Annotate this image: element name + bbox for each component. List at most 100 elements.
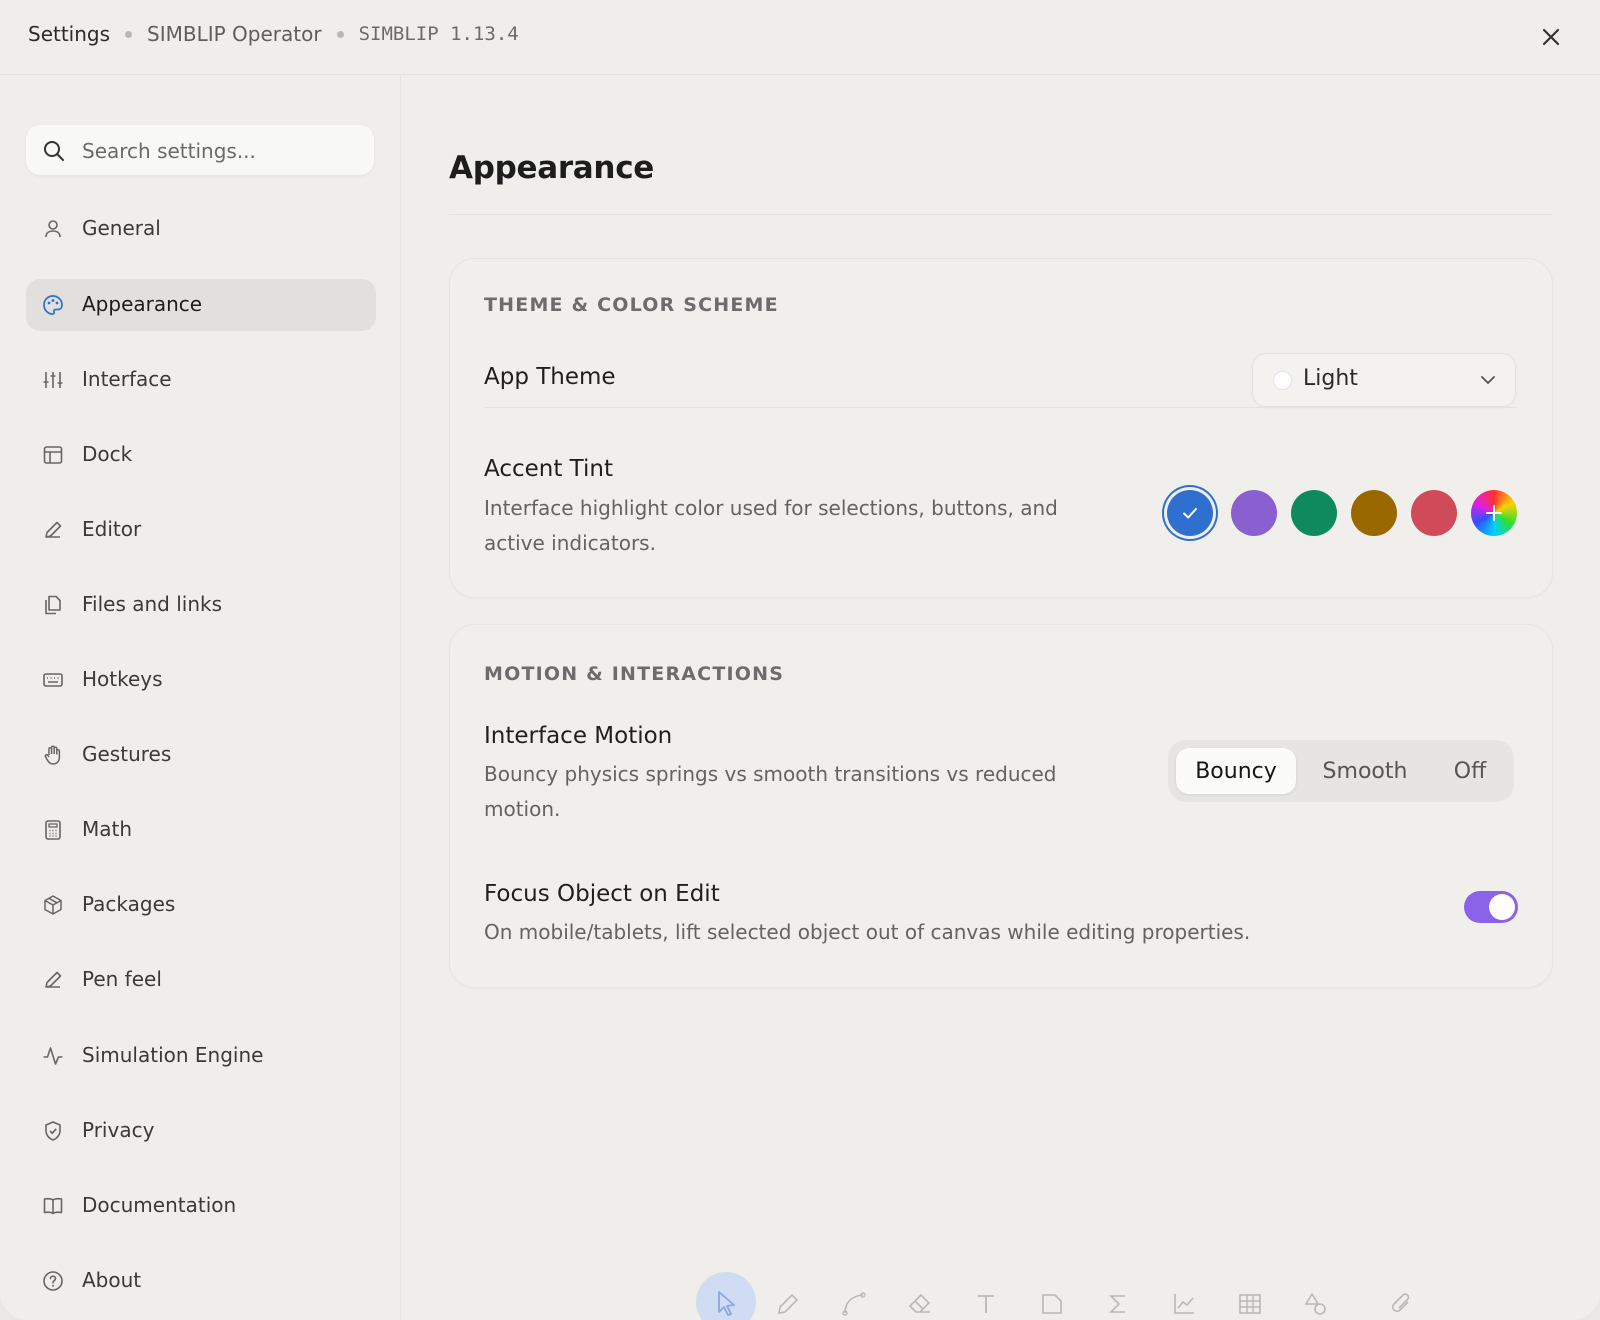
accent-swatch-amber[interactable]: [1351, 490, 1397, 536]
theme-swatch: [1273, 371, 1292, 390]
eraser-tool-icon[interactable]: [906, 1290, 934, 1318]
sidebar-item-math[interactable]: Math: [26, 804, 376, 856]
sigma-tool-icon[interactable]: [1104, 1290, 1132, 1318]
sidebar-item-label: Math: [82, 817, 133, 841]
search-box[interactable]: [26, 125, 374, 175]
app-theme-label: App Theme: [484, 364, 616, 390]
book-icon: [43, 1197, 63, 1215]
tool-select-active[interactable]: [696, 1272, 756, 1320]
sidebar-item-label: General: [82, 216, 161, 240]
sidebar-item-gestures[interactable]: Gestures: [26, 729, 376, 781]
page-title: Appearance: [449, 150, 654, 186]
accent-swatch-green[interactable]: [1291, 490, 1337, 536]
sidebar-item-label: About: [82, 1268, 142, 1292]
sidebar-item-about[interactable]: About: [26, 1255, 376, 1307]
settings-window: Settings SIMBLIP Operator SIMBLIP 1.13.4…: [0, 0, 1600, 1320]
person-icon: [45, 220, 61, 238]
shield-icon: [45, 1121, 61, 1141]
chevron-down-icon: [1481, 376, 1495, 385]
sidebar-item-editor[interactable]: Editor: [26, 504, 376, 556]
close-button[interactable]: [1536, 22, 1566, 52]
sidebar-item-label: Files and links: [82, 592, 223, 616]
pencil-tool-icon[interactable]: [774, 1290, 802, 1318]
divider: [484, 407, 1516, 408]
sidebar-item-label: Packages: [82, 892, 176, 916]
sidebar-item-documentation[interactable]: Documentation: [26, 1180, 376, 1232]
sidebar-item-label: Interface: [82, 367, 172, 391]
accent-swatch-purple[interactable]: [1231, 490, 1277, 536]
sidebar-item-label: Dock: [82, 442, 133, 466]
toggle-knob: [1489, 894, 1515, 920]
sliders-icon: [43, 372, 63, 388]
package-icon: [44, 895, 62, 915]
breadcrumb: Settings SIMBLIP Operator SIMBLIP 1.13.4: [28, 22, 519, 46]
motion-card: MOTION & INTERACTIONS Interface Motion B…: [449, 624, 1553, 988]
sidebar-item-label: Pen feel: [82, 967, 162, 991]
sidebar-item-label: Hotkeys: [82, 667, 163, 691]
motion-segmented-control: Bouncy Smooth Off: [1168, 740, 1514, 802]
divider: [449, 214, 1553, 215]
sidebar-item-label: Gestures: [82, 742, 172, 766]
sidebar-item-label: Simulation Engine: [82, 1043, 264, 1067]
sidebar-item-packages[interactable]: Packages: [26, 879, 376, 931]
hand-icon: [44, 745, 61, 765]
plus-icon: [1486, 505, 1502, 521]
focus-object-description: On mobile/tablets, lift selected object …: [484, 920, 1251, 944]
sidebar-item-appearance[interactable]: Appearance: [26, 279, 376, 331]
sidebar-item-simulation-engine[interactable]: Simulation Engine: [26, 1030, 376, 1082]
search-input[interactable]: [80, 135, 364, 167]
sidebar-item-label: Appearance: [82, 292, 203, 316]
title-bar: Settings SIMBLIP Operator SIMBLIP 1.13.4: [0, 0, 1600, 75]
table-tool-icon[interactable]: [1236, 1290, 1264, 1318]
sidebar-item-privacy[interactable]: Privacy: [26, 1105, 376, 1157]
sidebar: General Appearance Interface Dock Editor…: [0, 75, 401, 1320]
theme-card: THEME & COLOR SCHEME App Theme Light Acc…: [449, 258, 1553, 598]
sidebar-item-dock[interactable]: Dock: [26, 429, 376, 481]
custom-color-button[interactable]: [1471, 490, 1517, 536]
sidebar-item-label: Documentation: [82, 1193, 237, 1217]
breadcrumb-settings: Settings: [28, 22, 111, 46]
layout-icon: [43, 446, 63, 464]
app-theme-select[interactable]: Light: [1252, 353, 1516, 407]
accent-tint-description: Interface highlight color used for selec…: [484, 496, 1058, 555]
calculator-icon: [45, 820, 61, 840]
search-icon: [44, 141, 64, 161]
focus-object-label: Focus Object on Edit: [484, 881, 720, 907]
section-heading: MOTION & INTERACTIONS: [484, 663, 785, 685]
sidebar-item-hotkeys[interactable]: Hotkeys: [26, 654, 376, 706]
cursor-icon: [718, 1291, 735, 1316]
accent-swatch-blue[interactable]: [1167, 490, 1213, 536]
sidebar-item-general[interactable]: General: [26, 203, 376, 255]
graph-tool-icon[interactable]: [1170, 1290, 1198, 1318]
canvas-toolbar: [690, 1258, 1450, 1320]
motion-option-off[interactable]: Off: [1434, 748, 1506, 794]
text-tool-icon[interactable]: [972, 1290, 1000, 1318]
shapes-tool-icon[interactable]: [1302, 1290, 1330, 1318]
check-icon: [1183, 508, 1197, 519]
sidebar-item-pen-feel[interactable]: Pen feel: [26, 954, 376, 1006]
attachment-tool-icon[interactable]: [1388, 1290, 1416, 1318]
curve-tool-icon[interactable]: [840, 1290, 868, 1318]
pen-icon: [45, 971, 62, 988]
interface-motion-label: Interface Motion: [484, 723, 673, 749]
breadcrumb-separator: [336, 30, 344, 38]
sidebar-item-label: Privacy: [82, 1118, 155, 1142]
close-icon: [1542, 28, 1560, 46]
motion-option-bouncy[interactable]: Bouncy: [1176, 748, 1296, 794]
sidebar-item-interface[interactable]: Interface: [26, 354, 376, 406]
sidebar-item-label: Editor: [82, 517, 142, 541]
breadcrumb-operator: SIMBLIP Operator: [147, 22, 322, 46]
motion-option-smooth[interactable]: Smooth: [1302, 748, 1428, 794]
section-heading: THEME & COLOR SCHEME: [484, 294, 779, 316]
accent-tint-label: Accent Tint: [484, 456, 614, 482]
app-theme-value: Light: [1303, 366, 1358, 391]
palette-icon: [43, 295, 63, 315]
focus-object-toggle[interactable]: [1464, 891, 1518, 923]
files-icon: [45, 595, 61, 615]
help-circle-icon: [43, 1271, 63, 1291]
accent-swatch-red[interactable]: [1411, 490, 1457, 536]
sidebar-item-files-and-links[interactable]: Files and links: [26, 579, 376, 631]
interface-motion-description: Bouncy physics springs vs smooth transit…: [484, 762, 1057, 821]
note-tool-icon[interactable]: [1038, 1290, 1066, 1318]
breadcrumb-separator: [125, 30, 133, 38]
